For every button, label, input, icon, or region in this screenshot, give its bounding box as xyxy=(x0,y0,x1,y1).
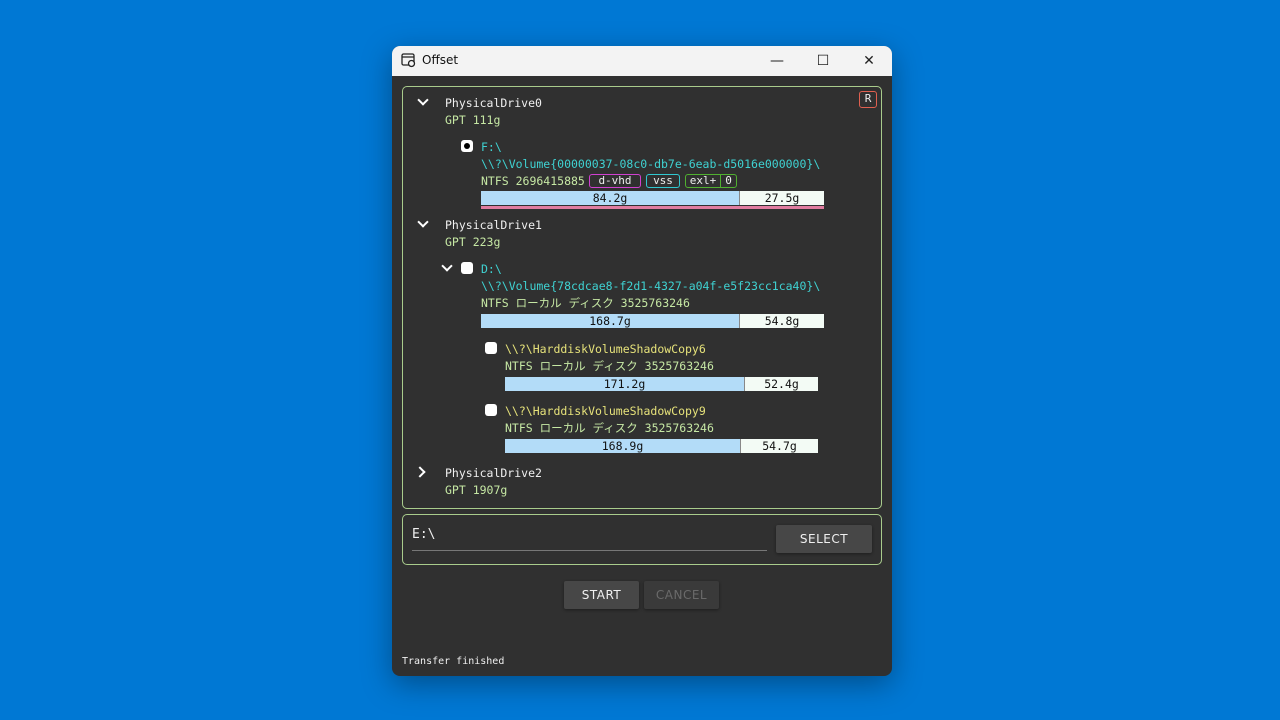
volume-guid: \\?\Volume{00000037-08c0-db7e-6eab-d5016… xyxy=(481,157,821,171)
volume-guid: \\?\Volume{78cdcae8-f2d1-4327-a04f-e5f23… xyxy=(481,279,821,293)
badge-vss: vss xyxy=(646,174,680,188)
used-segment: 168.7g xyxy=(481,314,740,328)
refresh-button[interactable]: R xyxy=(859,91,877,108)
badge-d-vhd: d-vhd xyxy=(589,174,641,188)
vss-indicator-line xyxy=(481,206,824,209)
drive-name: PhysicalDrive1 xyxy=(445,218,542,232)
shadow-copy-fs: NTFS ローカル ディスク 3525763246 xyxy=(505,421,714,435)
drive-info: GPT 111g xyxy=(445,113,501,127)
badge-count: 0 xyxy=(720,174,737,188)
drive-name: PhysicalDrive0 xyxy=(445,96,542,110)
volume-checkbox[interactable] xyxy=(461,262,473,274)
cancel-button[interactable]: CANCEL xyxy=(644,581,719,609)
volume-fs: NTFS 2696415885 xyxy=(481,174,585,188)
title-bar: Offset — ☐ ✕ xyxy=(392,46,892,76)
shadow-copy-checkbox[interactable] xyxy=(485,404,497,416)
target-path-value: E:\ xyxy=(412,527,436,542)
usage-bar: 171.2g 52.4g xyxy=(505,377,818,391)
usage-bar: 168.9g 54.7g xyxy=(505,439,818,453)
shadow-copy-path: \\?\HarddiskVolumeShadowCopy6 xyxy=(505,342,706,356)
shadow-copy-checkbox[interactable] xyxy=(485,342,497,354)
used-segment: 168.9g xyxy=(505,439,741,453)
usage-bar: 168.7g 54.8g xyxy=(481,314,824,328)
app-window: Offset — ☐ ✕ R PhysicalDrive0 GPT 111g F… xyxy=(392,46,892,676)
free-segment: 27.5g xyxy=(764,191,800,205)
volume-radio[interactable] xyxy=(461,140,473,152)
shadow-copy-fs: NTFS ローカル ディスク 3525763246 xyxy=(505,359,714,373)
target-path-input[interactable]: E:\ xyxy=(412,526,767,551)
volume-letter: F:\ xyxy=(481,140,502,154)
free-segment: 52.4g xyxy=(764,377,799,391)
start-button[interactable]: START xyxy=(564,581,639,609)
used-segment: 84.2g xyxy=(481,191,740,205)
badge-exl: exl+ xyxy=(685,174,721,188)
window-title: Offset xyxy=(422,53,459,67)
select-button[interactable]: SELECT xyxy=(776,525,872,553)
maximize-button[interactable]: ☐ xyxy=(800,46,846,76)
drive-info: GPT 223g xyxy=(445,235,501,249)
free-segment: 54.8g xyxy=(764,314,800,328)
close-button[interactable]: ✕ xyxy=(846,46,892,76)
free-segment: 54.7g xyxy=(762,439,797,453)
usage-bar: 84.2g 27.5g xyxy=(481,191,824,205)
volume-letter: D:\ xyxy=(481,262,502,276)
drive-info: GPT 1907g xyxy=(445,483,508,497)
app-icon xyxy=(401,53,416,68)
volume-fs: NTFS ローカル ディスク 3525763246 xyxy=(481,296,690,310)
minimize-button[interactable]: — xyxy=(754,46,800,76)
drive-name: PhysicalDrive2 xyxy=(445,466,542,480)
shadow-copy-path: \\?\HarddiskVolumeShadowCopy9 xyxy=(505,404,706,418)
used-segment: 171.2g xyxy=(505,377,745,391)
status-text: Transfer finished xyxy=(402,656,505,667)
